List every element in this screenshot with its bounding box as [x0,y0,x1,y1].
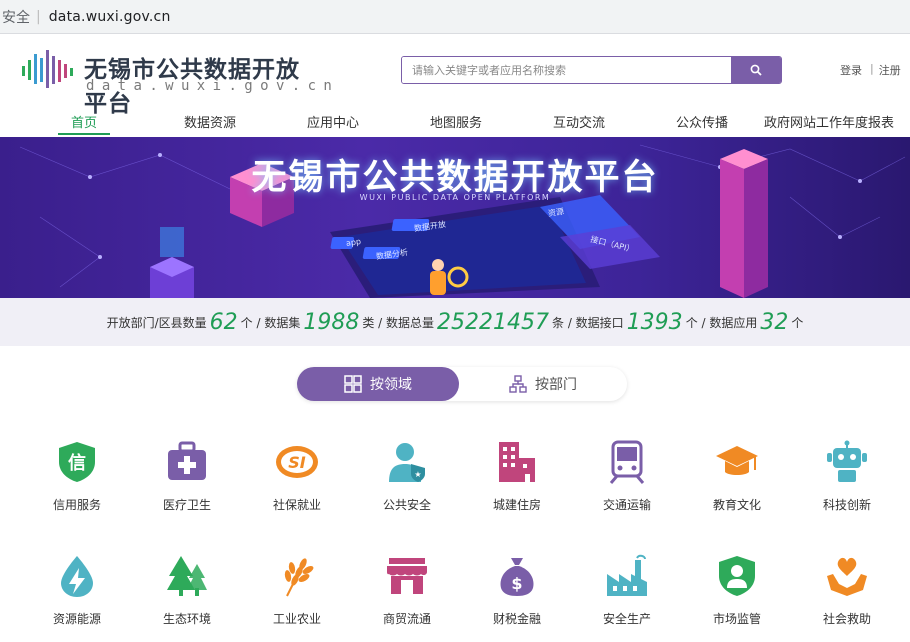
site-header: 无锡市公共数据开放平台 data.wuxi.gov.cn 登录 | 注册 [0,34,910,117]
category-label: 社会救助 [822,612,871,626]
register-link[interactable]: 注册 [879,62,901,78]
category-label: 医疗卫生 [162,498,211,512]
police-officer-icon: ★ [389,443,425,482]
nav-item-data-resources[interactable]: 数据资源 [184,112,236,131]
hero-banner: 无锡市公共数据开放平台 WUXI PUBLIC DATA OPEN PLATFO… [0,137,910,298]
search-icon [750,64,762,76]
stat-app-value: 32 [760,309,789,335]
svg-text:信: 信 [68,452,86,474]
category-market-regulation[interactable]: 市场监管 [692,554,782,634]
banner-subtitle: WUXI PUBLIC DATA OPEN PLATFORM [359,193,551,202]
helping-hands-icon [827,557,867,596]
nav-item-interaction[interactable]: 互动交流 [553,112,605,131]
auth-links: 登录 | 注册 [840,62,901,78]
org-chart-icon [509,375,527,393]
category-label: 生态环境 [162,612,211,626]
category-finance[interactable]: $ 财税金融 [472,554,562,634]
nav-item-home[interactable]: 首页 [71,112,97,131]
train-icon [609,440,645,484]
logo-bars-icon [22,50,73,88]
category-medical[interactable]: 医疗卫生 [142,440,232,520]
stat-api-value: 1393 [626,309,683,335]
stat-dept-label: 开放部门/区县数量 [106,315,207,330]
secure-label: 安全 [2,9,30,26]
category-label: 公共安全 [382,498,431,512]
category-label: 工业农业 [272,612,321,626]
shop-icon [387,558,427,594]
category-housing[interactable]: 城建住房 [472,440,562,520]
category-label: 城建住房 [492,498,541,512]
svg-text:★: ★ [414,470,421,479]
category-public-safety[interactable]: ★ 公共安全 [362,440,452,520]
login-link[interactable]: 登录 [840,62,862,78]
browser-address-bar[interactable]: 安全 | data.wuxi.gov.cn [0,0,910,34]
toggle-by-domain[interactable]: 按领域 [297,367,459,401]
toggle-by-domain-label: 按领域 [370,377,412,393]
nav-item-app-center[interactable]: 应用中心 [307,112,359,131]
category-label: 商贸流通 [382,612,431,626]
stat-total-value: 25221457 [437,309,549,335]
nav-item-annual-report[interactable]: 政府网站工作年度报表 [764,112,894,131]
toggle-by-department-label: 按部门 [535,377,577,393]
category-education[interactable]: 教育文化 [692,440,782,520]
credit-shield-icon: 信 [59,442,95,482]
social-security-icon: SI [276,446,318,478]
grid-icon [344,375,362,393]
search-box [401,56,782,84]
toggle-by-department[interactable]: 按部门 [459,367,627,401]
category-label: 科技创新 [822,498,871,512]
stat-dataset-value: 1988 [303,309,360,335]
stat-total-unit: 条 / 数据接口 [552,315,624,330]
graduation-cap-icon [716,446,758,475]
search-input[interactable] [402,57,731,83]
svg-text:SI: SI [288,453,306,472]
nav-item-public-outreach[interactable]: 公众传播 [676,112,728,131]
site-logo[interactable]: 无锡市公共数据开放平台 data.wuxi.gov.cn [22,48,332,117]
category-technology[interactable]: 科技创新 [802,440,892,520]
category-label: 教育文化 [712,498,761,512]
stat-dept-value: 62 [209,309,238,335]
money-bag-icon: $ [500,558,534,596]
nav-active-underline [58,133,110,135]
medical-kit-icon [168,441,206,480]
nav-item-map-services[interactable]: 地图服务 [430,112,482,131]
stat-dataset-unit: 类 / 数据总量 [362,315,435,330]
address-divider: | [36,8,41,25]
category-production-safety[interactable]: 安全生产 [582,554,672,634]
category-label: 安全生产 [602,612,651,626]
category-social-assistance[interactable]: 社会救助 [802,554,892,634]
category-label: 资源能源 [52,612,101,626]
stat-dept-unit: 个 / 数据集 [240,315,301,330]
search-button[interactable] [731,57,781,83]
trees-icon [167,556,207,596]
category-commerce[interactable]: 商贸流通 [362,554,452,634]
svg-text:$: $ [511,574,522,593]
address-url[interactable]: data.wuxi.gov.cn [49,9,171,25]
category-credit-services[interactable]: 信 信用服务 [32,440,122,520]
stat-api-unit: 个 / 数据应用 [685,315,758,330]
category-transport[interactable]: 交通运输 [582,440,672,520]
category-label: 社保就业 [272,498,321,512]
category-social-security[interactable]: SI 社保就业 [252,440,342,520]
energy-drop-icon [61,556,93,597]
banner-tag-resource: 资源 [547,206,565,219]
stat-app-unit: 个 [791,315,804,330]
robot-icon [827,440,867,482]
buildings-icon [499,442,535,482]
inspector-shield-icon [719,556,755,596]
stats-bar: 开放部门/区县数量 62 个 / 数据集 1988 类 / 数据总量 25221… [0,298,910,346]
category-industry-agriculture[interactable]: 工业农业 [252,554,342,634]
auth-divider: | [870,62,874,75]
main-nav: 首页 数据资源 应用中心 地图服务 互动交流 公众传播 政府网站工作年度报表 [0,106,910,136]
view-toggle: 按领域 按部门 [297,367,627,401]
category-label: 市场监管 [712,612,761,626]
category-label: 交通运输 [602,498,651,512]
category-label: 信用服务 [52,498,101,512]
factory-icon [607,554,647,596]
category-energy[interactable]: 资源能源 [32,554,122,634]
logo-subtitle: data.wuxi.gov.cn [86,78,340,94]
category-label: 财税金融 [492,612,541,626]
category-ecology[interactable]: 生态环境 [142,554,232,634]
wheat-icon [284,558,314,597]
